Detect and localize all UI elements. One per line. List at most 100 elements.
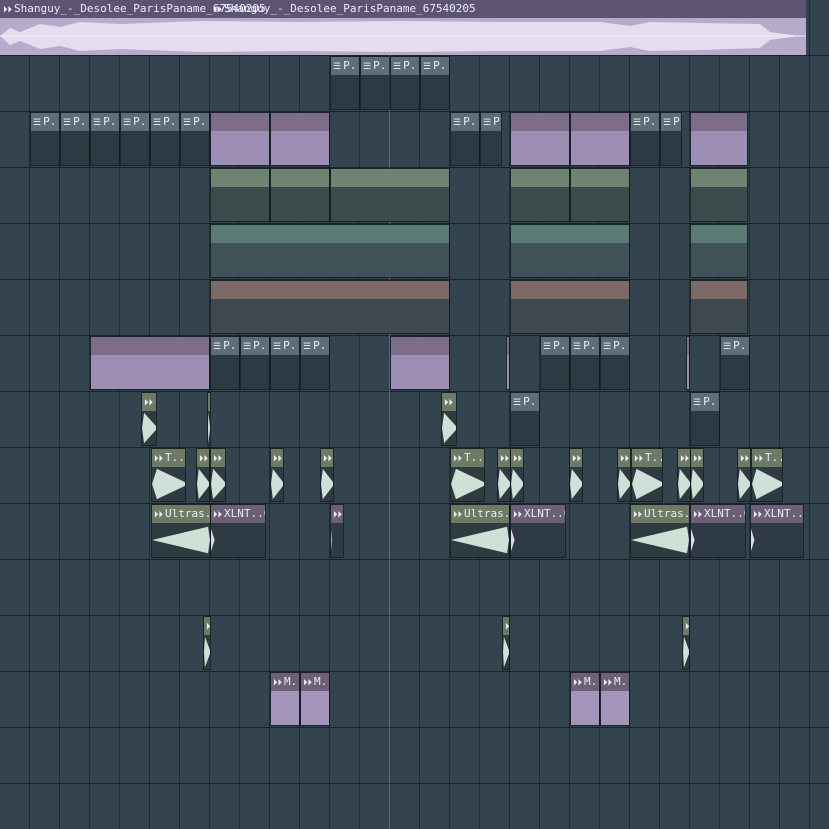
audio-clip[interactable]: ⏵⏵ — [690, 448, 704, 502]
clip-header[interactable] — [511, 169, 569, 187]
clip-header[interactable]: ☰P..3 — [721, 337, 749, 355]
pattern-clip[interactable]: ☰P..3 — [720, 336, 750, 390]
audio-clip[interactable] — [330, 168, 450, 222]
clip-header[interactable]: ⏵⏵ — [570, 449, 582, 467]
clip-header[interactable]: ☰P..3 — [541, 337, 569, 355]
clip-header[interactable]: ⏵⏵M... — [271, 673, 299, 691]
audio-clip[interactable] — [270, 112, 330, 166]
audio-clip[interactable]: ⏵⏵M... — [270, 672, 300, 726]
clip-header[interactable] — [211, 225, 449, 243]
clip-header[interactable]: ☰P..2 — [181, 113, 209, 131]
pattern-clip[interactable]: ☰P..2 — [450, 112, 480, 166]
audio-clip[interactable]: ⏵⏵Ultras..PM — [450, 504, 510, 558]
clip-header[interactable] — [271, 113, 329, 131]
clip-header[interactable]: ⏵⏵XLNT..01 — [511, 505, 565, 523]
audio-clip[interactable] — [686, 336, 690, 390]
clip-header[interactable]: ⏵⏵ — [204, 617, 210, 635]
audio-clip[interactable] — [506, 336, 510, 390]
audio-clip[interactable]: ⏵⏵ — [682, 616, 690, 670]
pattern-clip[interactable]: ☰P..2 — [330, 56, 360, 110]
clip-header[interactable] — [571, 113, 629, 131]
clip-header[interactable]: ☰P..2 — [121, 113, 149, 131]
pattern-clip[interactable]: ☰P..3 — [210, 336, 240, 390]
audio-clip[interactable] — [570, 112, 630, 166]
clip-header[interactable] — [571, 169, 629, 187]
clip-header[interactable]: ☰P..3 — [301, 337, 329, 355]
audio-clip[interactable] — [690, 168, 748, 222]
audio-clip[interactable]: ⏵⏵ — [441, 392, 457, 446]
clip-header[interactable]: ☰P..3 — [241, 337, 269, 355]
clip-header[interactable]: ⏵⏵XLNT..01 — [211, 505, 265, 523]
audio-track-clip[interactable]: ⏵⏵ Shanguy_-_Desolee_ParisPaname_67540205… — [0, 0, 806, 55]
clip-header[interactable]: ⏵⏵ — [738, 449, 750, 467]
clip-header[interactable]: ☰P..2 — [661, 113, 681, 131]
audio-clip[interactable] — [90, 336, 210, 390]
clip-header[interactable] — [211, 169, 269, 187]
clip-header[interactable]: ⏵⏵ — [691, 449, 703, 467]
clip-header[interactable] — [687, 337, 689, 355]
clip-header[interactable] — [271, 169, 329, 187]
audio-clip[interactable] — [570, 168, 630, 222]
audio-clip[interactable]: ⏵⏵XLNT..01 — [750, 504, 804, 558]
audio-clip[interactable]: ⏵⏵ — [737, 448, 751, 502]
clip-header[interactable]: ⏵⏵T..3 — [632, 449, 662, 467]
clip-header[interactable] — [331, 169, 449, 187]
audio-clip[interactable] — [690, 224, 748, 278]
clip-header[interactable]: ☰P..2 — [151, 113, 179, 131]
clip-header[interactable] — [691, 113, 747, 131]
clip-header[interactable] — [691, 281, 747, 299]
clip-header[interactable]: ☰P..2 — [451, 113, 479, 131]
audio-clip[interactable] — [510, 224, 630, 278]
clip-header[interactable]: ☰P..2 — [631, 113, 659, 131]
clip-header[interactable]: ⏵⏵ — [503, 617, 509, 635]
pattern-clip[interactable]: ☰P..2 — [150, 112, 180, 166]
audio-clip[interactable] — [390, 336, 450, 390]
audio-clip[interactable] — [210, 168, 270, 222]
clip-header[interactable]: ⏵⏵ — [331, 505, 343, 523]
audio-clip[interactable]: ⏵⏵Ultras..PM — [630, 504, 690, 558]
clip-header[interactable]: ⏵⏵ — [208, 393, 210, 411]
audio-clip[interactable]: ⏵⏵ — [677, 448, 691, 502]
clip-header[interactable]: ⏵⏵ — [498, 449, 510, 467]
clip-header[interactable]: ⏵⏵Ultras..PM — [152, 505, 210, 523]
clip-header[interactable] — [691, 225, 747, 243]
pattern-clip[interactable]: ☰P..2 — [30, 112, 60, 166]
clip-header[interactable]: ☰P..2 — [481, 113, 501, 131]
clip-header[interactable]: ⏵⏵ — [442, 393, 456, 411]
clip-header[interactable]: ⏵⏵M... — [301, 673, 329, 691]
clip-header[interactable] — [391, 337, 449, 355]
clip-header[interactable]: ⏵⏵ — [197, 449, 209, 467]
audio-clip[interactable]: ⏵⏵XLNT..01 — [690, 504, 746, 558]
audio-clip[interactable] — [510, 168, 570, 222]
pattern-clip[interactable]: ☰P..3 — [240, 336, 270, 390]
clip-header[interactable]: ☰P..3 — [211, 337, 239, 355]
pattern-clip[interactable]: ☰P..2 — [180, 112, 210, 166]
clip-header[interactable]: ⏵⏵Ultras..PM — [451, 505, 509, 523]
audio-clip[interactable]: ⏵⏵ — [270, 448, 284, 502]
pattern-clip[interactable]: ☰P..2 — [480, 112, 502, 166]
audio-clip[interactable]: ⏵⏵ — [207, 392, 211, 446]
clip-header[interactable]: ☰P..2 — [31, 113, 59, 131]
pattern-clip[interactable]: ☰P..2 — [90, 112, 120, 166]
pattern-clip[interactable]: ☰P..3 — [600, 336, 630, 390]
audio-clip[interactable] — [510, 112, 570, 166]
audio-clip[interactable]: ⏵⏵ — [569, 448, 583, 502]
clip-header[interactable]: ⏵⏵XLNT..01 — [691, 505, 745, 523]
pattern-clip[interactable]: ☰P..2 — [390, 56, 420, 110]
audio-clip[interactable]: ⏵⏵T..3 — [751, 448, 783, 502]
audio-clip[interactable]: ⏵⏵ — [196, 448, 210, 502]
audio-clip[interactable] — [210, 280, 450, 334]
audio-clip[interactable]: ⏵⏵XLNT..01 — [210, 504, 266, 558]
audio-clip[interactable]: ⏵⏵M... — [570, 672, 600, 726]
clip-header[interactable] — [507, 337, 509, 355]
pattern-clip[interactable]: ☰P..3 — [570, 336, 600, 390]
clip-header[interactable]: ⏵⏵T..3 — [752, 449, 782, 467]
clip-header[interactable]: ☰P..3 — [511, 393, 539, 411]
clip-header[interactable]: ⏵⏵XLNT..01 — [751, 505, 803, 523]
audio-clip[interactable]: ⏵⏵Ultras..PM — [151, 504, 211, 558]
audio-clip[interactable]: ⏵⏵T..3 — [631, 448, 663, 502]
clip-header[interactable]: ⏵⏵ — [683, 617, 689, 635]
clip-header[interactable]: ☰P..2 — [361, 57, 389, 75]
audio-clip[interactable]: ⏵⏵M... — [600, 672, 630, 726]
audio-clip[interactable]: ⏵⏵ — [510, 448, 524, 502]
